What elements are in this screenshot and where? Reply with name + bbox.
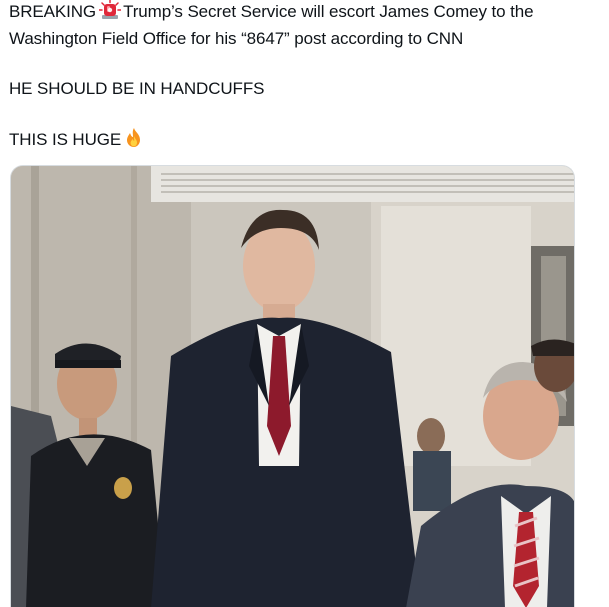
tweet-line-1: BREAKING Trump’s Secret Service will esc… bbox=[9, 0, 607, 27]
tweet-text: BREAKING Trump’s Secret Service will esc… bbox=[9, 0, 607, 155]
tweet-line-1-rest: Trump’s Secret Service will escort James… bbox=[123, 2, 534, 21]
tweet-line-3: HE SHOULD BE IN HANDCUFFS bbox=[9, 79, 265, 98]
police-light-icon bbox=[98, 0, 122, 27]
photo-illustration bbox=[11, 166, 574, 607]
tweet-post: BREAKING Trump’s Secret Service will esc… bbox=[0, 0, 609, 607]
this-is-huge-text: THIS IS HUGE bbox=[9, 130, 122, 149]
attached-photo[interactable] bbox=[10, 165, 575, 607]
tweet-line-4: THIS IS HUGE bbox=[9, 127, 607, 155]
tweet-line-2: Washington Field Office for his “8647” p… bbox=[9, 29, 464, 48]
breaking-word: BREAKING bbox=[9, 2, 97, 21]
fire-icon bbox=[124, 127, 144, 155]
